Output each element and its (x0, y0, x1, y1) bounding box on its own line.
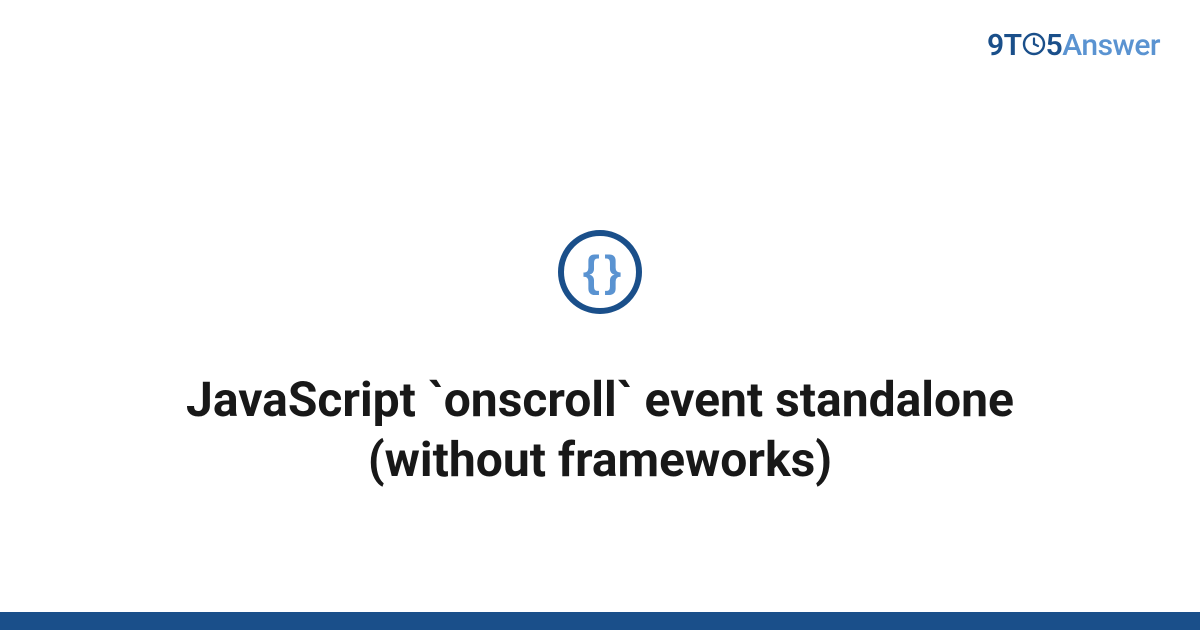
logo-suffix: Answer (1062, 28, 1160, 63)
page-title: JavaScript `onscroll` event standalone (… (100, 370, 1100, 490)
logo-middle: 5 (1046, 28, 1063, 63)
footer-accent-bar (0, 612, 1200, 630)
site-logo: 9T 5Answer (987, 28, 1160, 63)
logo-prefix: 9T (987, 28, 1022, 63)
clock-icon (1022, 29, 1046, 64)
category-icon-circle: { } (558, 230, 642, 314)
code-braces-icon: { } (583, 250, 617, 294)
main-content: { } JavaScript `onscroll` event standalo… (0, 120, 1200, 600)
